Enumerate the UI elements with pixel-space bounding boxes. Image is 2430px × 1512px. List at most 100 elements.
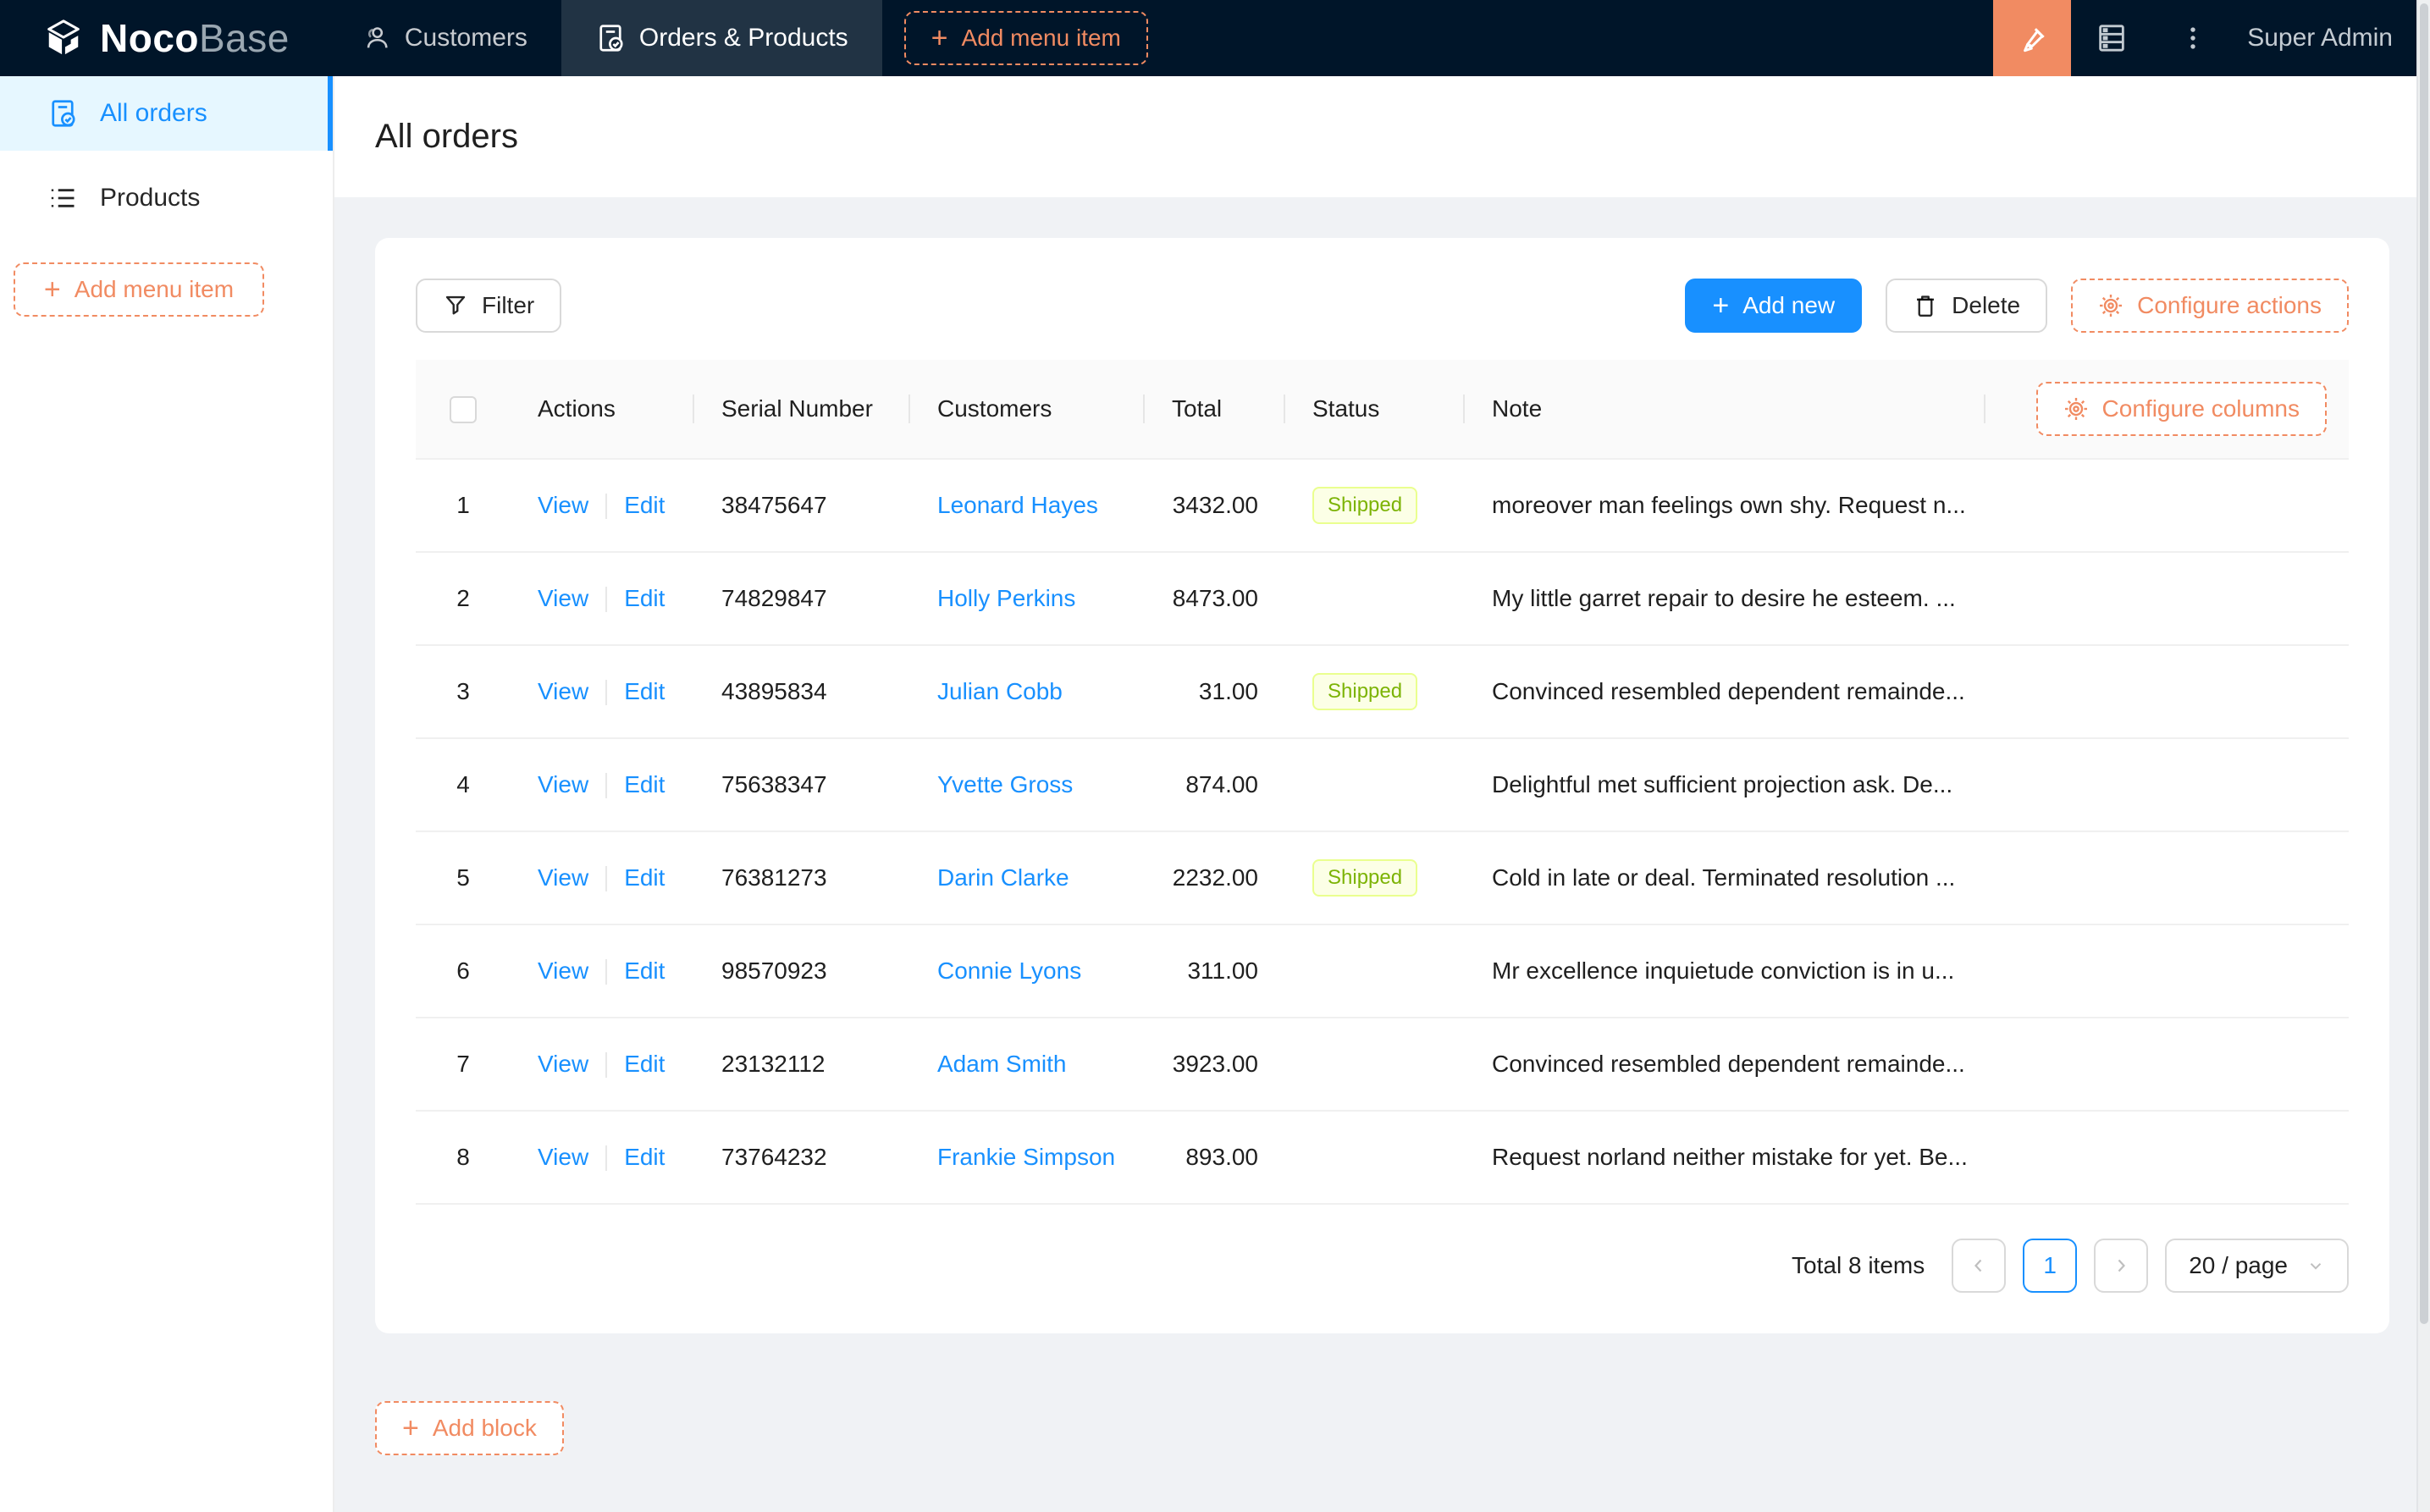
customer-link[interactable]: Frankie Simpson xyxy=(937,1144,1115,1170)
view-link[interactable]: View xyxy=(538,957,588,984)
view-link[interactable]: View xyxy=(538,492,588,518)
edit-link[interactable]: Edit xyxy=(624,1051,665,1077)
total-cell: 3923.00 xyxy=(1145,1018,1285,1111)
row-actions-cell: View Edit xyxy=(511,924,694,1018)
link-separator xyxy=(605,959,607,985)
pagination-next-button[interactable] xyxy=(2094,1239,2148,1293)
row-index-cell: 5 xyxy=(416,831,511,924)
customer-link[interactable]: Adam Smith xyxy=(937,1051,1067,1077)
customer-link[interactable]: Connie Lyons xyxy=(937,957,1081,984)
add-menu-item-button-top[interactable]: + Add menu item xyxy=(904,11,1148,65)
edit-link[interactable]: Edit xyxy=(624,864,665,891)
add-menu-item-button-sidebar[interactable]: + Add menu item xyxy=(14,262,264,317)
link-separator xyxy=(605,587,607,612)
more-menu-button[interactable] xyxy=(2152,0,2234,76)
serial-number-cell: 75638347 xyxy=(694,738,910,831)
page-size-select[interactable]: 20 / page xyxy=(2165,1239,2349,1293)
edit-link[interactable]: Edit xyxy=(624,678,665,704)
configure-columns-button[interactable]: Configure columns xyxy=(2036,382,2327,436)
note-cell: Convinced resembled dependent remainde..… xyxy=(1465,645,1985,738)
tab-customers[interactable]: Customers xyxy=(329,0,561,76)
order-document-icon xyxy=(47,98,78,129)
highlighter-icon xyxy=(2014,20,2050,56)
add-new-button[interactable]: + Add new xyxy=(1685,279,1862,333)
select-all-checkbox[interactable] xyxy=(450,396,477,423)
status-cell xyxy=(1285,738,1465,831)
plus-icon: + xyxy=(402,1414,419,1443)
filter-button[interactable]: Filter xyxy=(416,279,561,333)
sidebar-item-products[interactable]: Products xyxy=(0,161,333,235)
serial-number-cell: 38475647 xyxy=(694,459,910,552)
user-menu[interactable]: Super Admin xyxy=(2234,24,2430,52)
row-index-cell: 3 xyxy=(416,645,511,738)
row-configure-spacer xyxy=(1985,552,2349,645)
tab-orders-products[interactable]: Orders & Products xyxy=(561,0,882,76)
row-index-cell: 2 xyxy=(416,552,511,645)
total-cell: 8473.00 xyxy=(1145,552,1285,645)
row-index-cell: 8 xyxy=(416,1111,511,1204)
edit-link[interactable]: Edit xyxy=(624,957,665,984)
status-badge: Shipped xyxy=(1312,859,1417,897)
row-actions-cell: View Edit xyxy=(511,552,694,645)
serial-number-cell: 73764232 xyxy=(694,1111,910,1204)
pagination-total: Total 8 items xyxy=(1792,1252,1925,1279)
sidebar: All orders Products + Add menu item xyxy=(0,76,334,1512)
customer-link[interactable]: Leonard Hayes xyxy=(937,492,1098,518)
row-actions-cell: View Edit xyxy=(511,1018,694,1111)
edit-link[interactable]: Edit xyxy=(624,1144,665,1170)
toolbar-actions: + Add new Delete xyxy=(1685,279,2349,333)
row-configure-spacer xyxy=(1985,738,2349,831)
table-row: 8ViewEdit73764232Frankie Simpson893.00Re… xyxy=(416,1111,2349,1204)
total-cell: 31.00 xyxy=(1145,645,1285,738)
edit-link[interactable]: Edit xyxy=(624,771,665,797)
customer-cell: Holly Perkins xyxy=(910,552,1145,645)
customer-link[interactable]: Holly Perkins xyxy=(937,585,1075,611)
scrollbar-thumb[interactable] xyxy=(2420,3,2428,1324)
view-link[interactable]: View xyxy=(538,1144,588,1170)
sidebar-item-all-orders[interactable]: All orders xyxy=(0,76,333,151)
table-row: 7ViewEdit23132112Adam Smith3923.00Convin… xyxy=(416,1018,2349,1111)
link-separator xyxy=(605,494,607,519)
delete-button[interactable]: Delete xyxy=(1886,279,2047,333)
row-configure-spacer xyxy=(1985,1111,2349,1204)
brand-name: NocoBase xyxy=(100,15,290,61)
page-scrollbar[interactable] xyxy=(2416,0,2430,1512)
serial-number-cell: 74829847 xyxy=(694,552,910,645)
view-link[interactable]: View xyxy=(538,678,588,704)
status-cell: Shipped xyxy=(1285,645,1465,738)
page-header: All orders xyxy=(334,76,2430,197)
serial-number-cell: 23132112 xyxy=(694,1018,910,1111)
tab-label: Orders & Products xyxy=(639,24,848,52)
view-link[interactable]: View xyxy=(538,771,588,797)
customer-link[interactable]: Yvette Gross xyxy=(937,771,1073,797)
row-index-cell: 1 xyxy=(416,459,511,552)
edit-link[interactable]: Edit xyxy=(624,492,665,518)
kebab-menu-icon xyxy=(2179,24,2207,52)
top-nav: Customers Orders & Products xyxy=(329,0,882,76)
app-logo[interactable]: NocoBase xyxy=(0,0,329,76)
view-link[interactable]: View xyxy=(538,585,588,611)
view-link[interactable]: View xyxy=(538,1051,588,1077)
customer-link[interactable]: Darin Clarke xyxy=(937,864,1069,891)
table-row: 6ViewEdit98570923Connie Lyons311.00Mr ex… xyxy=(416,924,2349,1018)
link-separator xyxy=(605,1052,607,1078)
customer-link[interactable]: Julian Cobb xyxy=(937,678,1063,704)
view-link[interactable]: View xyxy=(538,864,588,891)
add-block-button[interactable]: + Add block xyxy=(375,1401,564,1455)
column-header-serial-number: Serial Number xyxy=(694,360,910,459)
row-actions-cell: View Edit xyxy=(511,831,694,924)
pagination-prev-button[interactable] xyxy=(1952,1239,2006,1293)
pagination-page-1[interactable]: 1 xyxy=(2023,1239,2077,1293)
edit-link[interactable]: Edit xyxy=(624,585,665,611)
note-cell: Delightful met sufficient projection ask… xyxy=(1465,738,1985,831)
configure-actions-button[interactable]: Configure actions xyxy=(2071,279,2349,333)
ui-editor-button[interactable] xyxy=(1993,0,2071,76)
user-icon xyxy=(362,24,391,52)
plugin-manager-button[interactable] xyxy=(2071,0,2152,76)
serial-number-cell: 43895834 xyxy=(694,645,910,738)
chevron-down-icon xyxy=(2306,1256,2325,1275)
table-row: 5ViewEdit76381273Darin Clarke2232.00Ship… xyxy=(416,831,2349,924)
link-separator xyxy=(605,866,607,891)
link-separator xyxy=(605,1145,607,1171)
chevron-left-icon xyxy=(1969,1255,1989,1276)
